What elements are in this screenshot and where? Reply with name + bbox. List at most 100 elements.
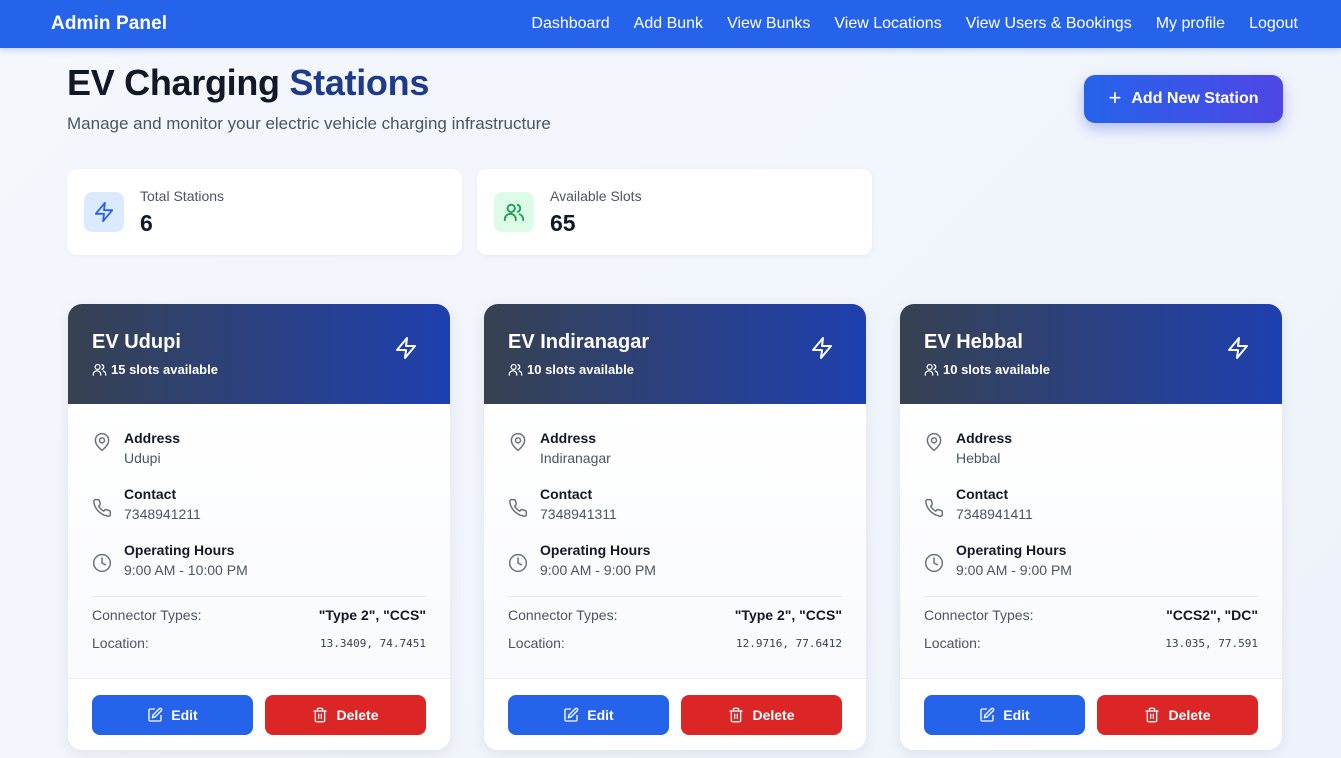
nav-view-users-bookings[interactable]: View Users & Bookings [966,15,1132,33]
contact-value: 7348941211 [124,506,201,522]
phone-icon [925,498,944,517]
location-row: Location: 13.3409, 74.7451 [92,635,426,651]
station-card-header: EV Hebbal 10 slots available [900,304,1282,404]
edit-button[interactable]: Edit [508,695,669,735]
users-icon [92,363,107,376]
bolt-icon [812,337,832,359]
location-label: Location: [92,635,149,651]
address-row: Address Udupi [92,430,180,466]
nav-add-bunk[interactable]: Add Bunk [634,15,703,33]
address-value: Indiranagar [540,450,611,466]
connector-types-row: Connector Types: "Type 2", "CCS" [508,607,842,623]
top-navbar: Admin Panel Dashboard Add Bunk View Bunk… [0,0,1341,48]
address-row: Address Hebbal [924,430,1012,466]
station-name: EV Hebbal [924,331,1023,353]
connector-types-value: "CCS2", "DC" [1166,607,1258,623]
station-card-body: Address Hebbal Contact 7348941411 Operat… [900,404,1282,678]
location-label: Location: [508,635,565,651]
address-label: Address [956,430,1013,446]
divider [924,596,1258,597]
map-pin-icon [510,432,526,452]
slots-available-text: 10 slots available [943,362,1050,377]
station-name: EV Udupi [92,331,181,353]
users-icon [494,192,534,232]
hours-label: Operating Hours [124,542,235,558]
station-card-actions: Edit Delete [68,678,450,750]
address-label: Address [124,430,181,446]
nav-my-profile[interactable]: My profile [1156,15,1225,33]
nav-view-locations[interactable]: View Locations [834,15,941,33]
edit-label: Edit [171,707,198,723]
delete-button[interactable]: Delete [681,695,842,735]
edit-label: Edit [587,707,614,723]
address-value: Udupi [124,450,161,466]
contact-value: 7348941311 [540,506,617,522]
location-row: Location: 12.9716, 77.6412 [508,635,842,651]
connector-types-row: Connector Types: "Type 2", "CCS" [92,607,426,623]
station-card: EV Udupi 15 slots available Address Udup… [68,304,450,750]
stat-label: Total Stations [140,188,225,204]
edit-button[interactable]: Edit [92,695,253,735]
stat-available-slots: Available Slots 65 [477,169,872,255]
contact-label: Contact [124,486,177,502]
trash-icon [729,707,744,723]
edit-button[interactable]: Edit [924,695,1085,735]
connector-types-label: Connector Types: [508,607,618,623]
slots-available: 10 slots available [924,362,1050,377]
delete-button[interactable]: Delete [265,695,426,735]
hours-label: Operating Hours [540,542,651,558]
address-value: Hebbal [956,450,1001,466]
stat-label: Available Slots [550,188,642,204]
edit-icon [564,707,579,722]
hours-value: 9:00 AM - 9:00 PM [540,562,656,578]
users-icon [924,363,939,376]
edit-label: Edit [1003,707,1030,723]
connector-types-value: "Type 2", "CCS" [734,607,842,623]
hours-row: Operating Hours 9:00 AM - 10:00 PM [92,542,248,578]
station-card-body: Address Indiranagar Contact 7348941311 O… [484,404,866,678]
contact-label: Contact [956,486,1009,502]
slots-available: 10 slots available [508,362,634,377]
page-subtitle: Manage and monitor your electric vehicle… [67,114,551,133]
connector-types-label: Connector Types: [92,607,202,623]
nav-view-bunks[interactable]: View Bunks [727,15,810,33]
contact-row: Contact 7348941411 [924,486,1033,523]
contact-row: Contact 7348941211 [92,486,201,523]
connector-types-label: Connector Types: [924,607,1034,623]
phone-icon [509,498,528,517]
clock-icon [924,553,944,573]
plus-icon: + [1108,85,1122,110]
location-value: 13.3409, 74.7451 [320,636,426,650]
add-new-station-label: Add New Station [1131,90,1259,107]
contact-value: 7348941411 [956,506,1033,522]
station-card-header: EV Indiranagar 10 slots available [484,304,866,404]
clock-icon [92,553,112,573]
clock-icon [508,553,528,573]
location-label: Location: [924,635,981,651]
delete-button[interactable]: Delete [1097,695,1258,735]
edit-icon [980,707,995,722]
stat-value: 65 [550,210,576,236]
phone-icon [93,498,112,517]
station-card-actions: Edit Delete [484,678,866,750]
bolt-icon [1228,337,1248,359]
trash-icon [313,707,328,723]
nav-dashboard[interactable]: Dashboard [531,15,609,33]
divider [92,596,426,597]
brand-title[interactable]: Admin Panel [51,13,167,35]
station-name: EV Indiranagar [508,331,650,353]
station-card-actions: Edit Delete [900,678,1282,750]
location-value: 13.035, 77.591 [1165,636,1258,650]
hours-value: 9:00 AM - 10:00 PM [124,562,248,578]
delete-label: Delete [336,707,379,723]
stat-value: 6 [140,210,153,236]
delete-label: Delete [1168,707,1211,723]
nav-logout[interactable]: Logout [1249,15,1298,33]
connector-types-value: "Type 2", "CCS" [318,607,426,623]
station-card-body: Address Udupi Contact 7348941211 Operati… [68,404,450,678]
page-title-accent: Stations [289,62,430,103]
hours-row: Operating Hours 9:00 AM - 9:00 PM [924,542,1072,578]
station-card: EV Hebbal 10 slots available Address Heb… [900,304,1282,750]
users-icon [508,363,523,376]
add-new-station-button[interactable]: + Add New Station [1084,75,1283,123]
